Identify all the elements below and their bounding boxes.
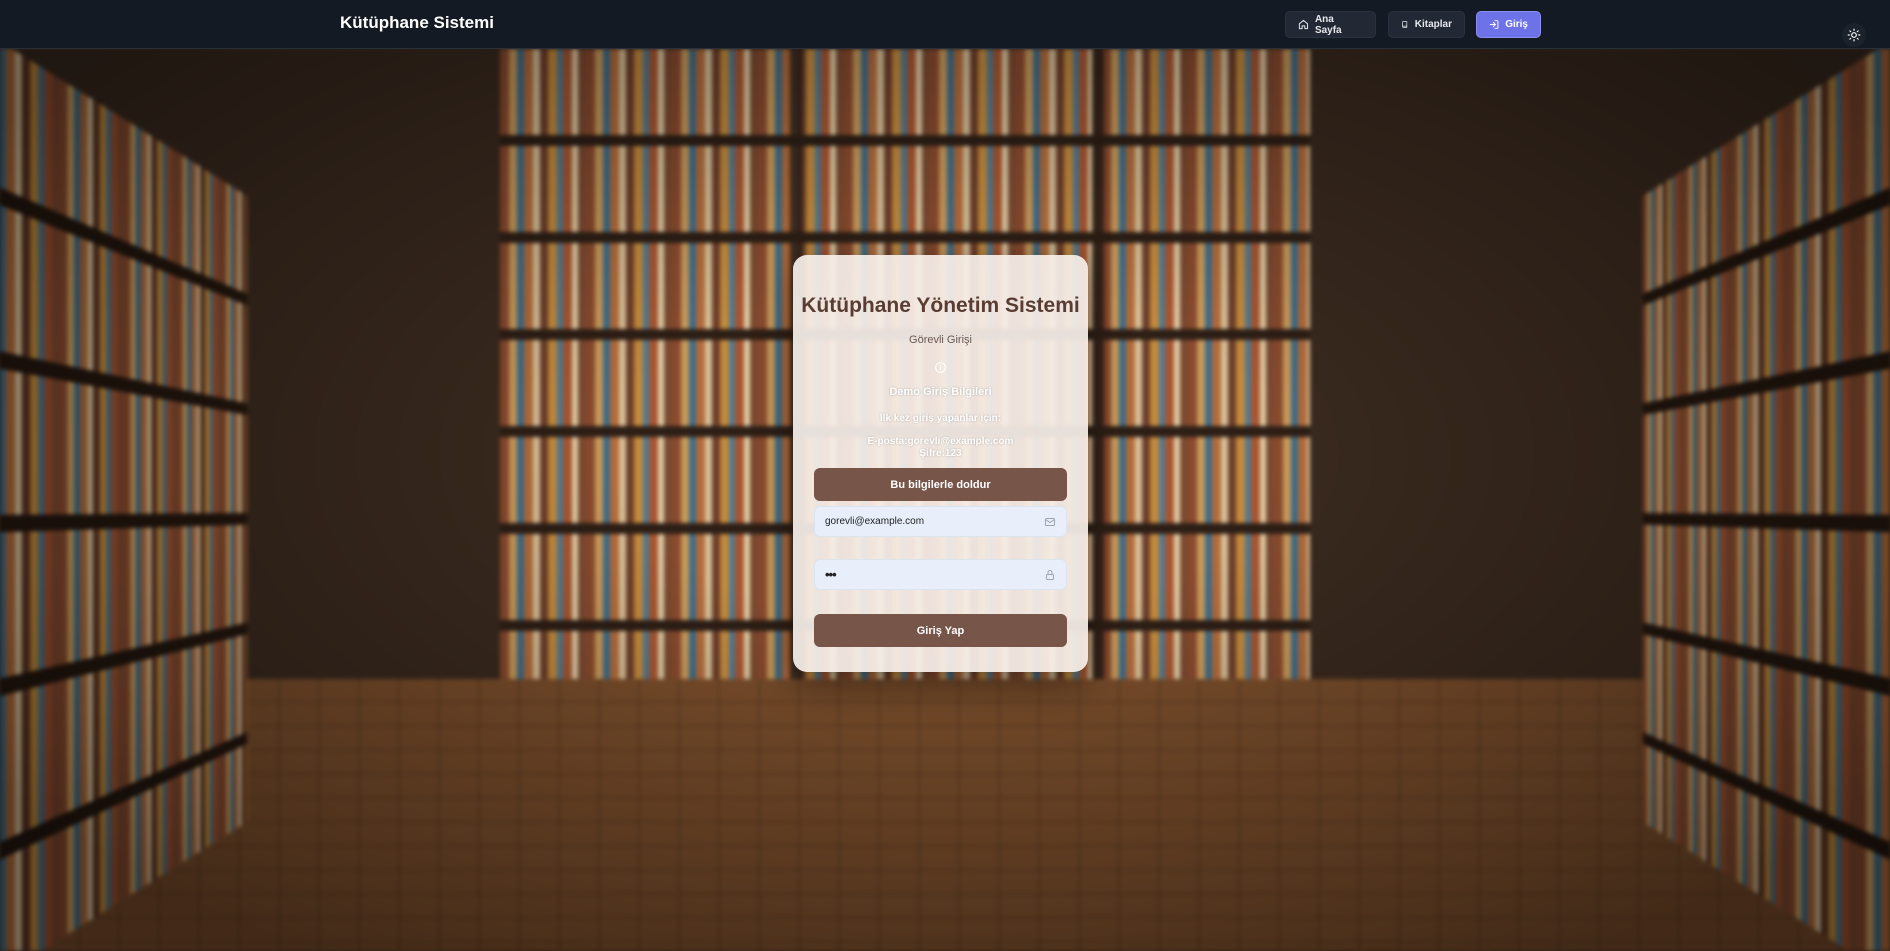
nav-books-label: Kitaplar [1414, 19, 1452, 30]
password-value[interactable]: ••• [825, 567, 1044, 582]
demo-email-text: E-posta:gorevli@example.com [867, 436, 1014, 447]
submit-login-button[interactable]: Giriş Yap [814, 614, 1067, 647]
brand-title[interactable]: Kütüphane Sistemi [340, 13, 494, 33]
mail-icon [1045, 517, 1055, 526]
email-value[interactable]: gorevli@example.com [825, 516, 1044, 527]
demo-first-login-text: İlk kez giriş yapanlar için: [879, 413, 1002, 424]
book-icon [1402, 21, 1408, 28]
login-card: Kütüphane Yönetim Sistemi Görevli Girişi… [793, 255, 1088, 672]
nav-home-button[interactable]: Ana Sayfa [1285, 11, 1376, 38]
demo-credentials-title: Demo Giriş Bilgileri [889, 386, 992, 398]
log-in-icon [1489, 20, 1499, 29]
lock-icon [1046, 569, 1054, 580]
nav-login-button[interactable]: Giriş [1476, 11, 1541, 38]
sun-icon [1847, 28, 1861, 42]
theme-toggle-button[interactable] [1842, 23, 1866, 47]
demo-password-text: Şifre:123 [919, 448, 962, 459]
info-icon [935, 362, 946, 373]
home-icon [1298, 19, 1309, 30]
password-field[interactable]: ••• [814, 559, 1067, 590]
top-navbar: Kütüphane Sistemi Ana Sayfa Kitaplar Gir… [0, 0, 1890, 49]
nav-login-label: Giriş [1505, 19, 1528, 30]
email-field[interactable]: gorevli@example.com [814, 506, 1067, 537]
fill-credentials-button[interactable]: Bu bilgilerle doldur [814, 468, 1067, 501]
card-title: Kütüphane Yönetim Sistemi [801, 294, 1080, 317]
nav-books-button[interactable]: Kitaplar [1388, 11, 1465, 38]
card-subtitle: Görevli Girişi [909, 334, 972, 346]
nav-home-label: Ana Sayfa [1314, 13, 1342, 36]
